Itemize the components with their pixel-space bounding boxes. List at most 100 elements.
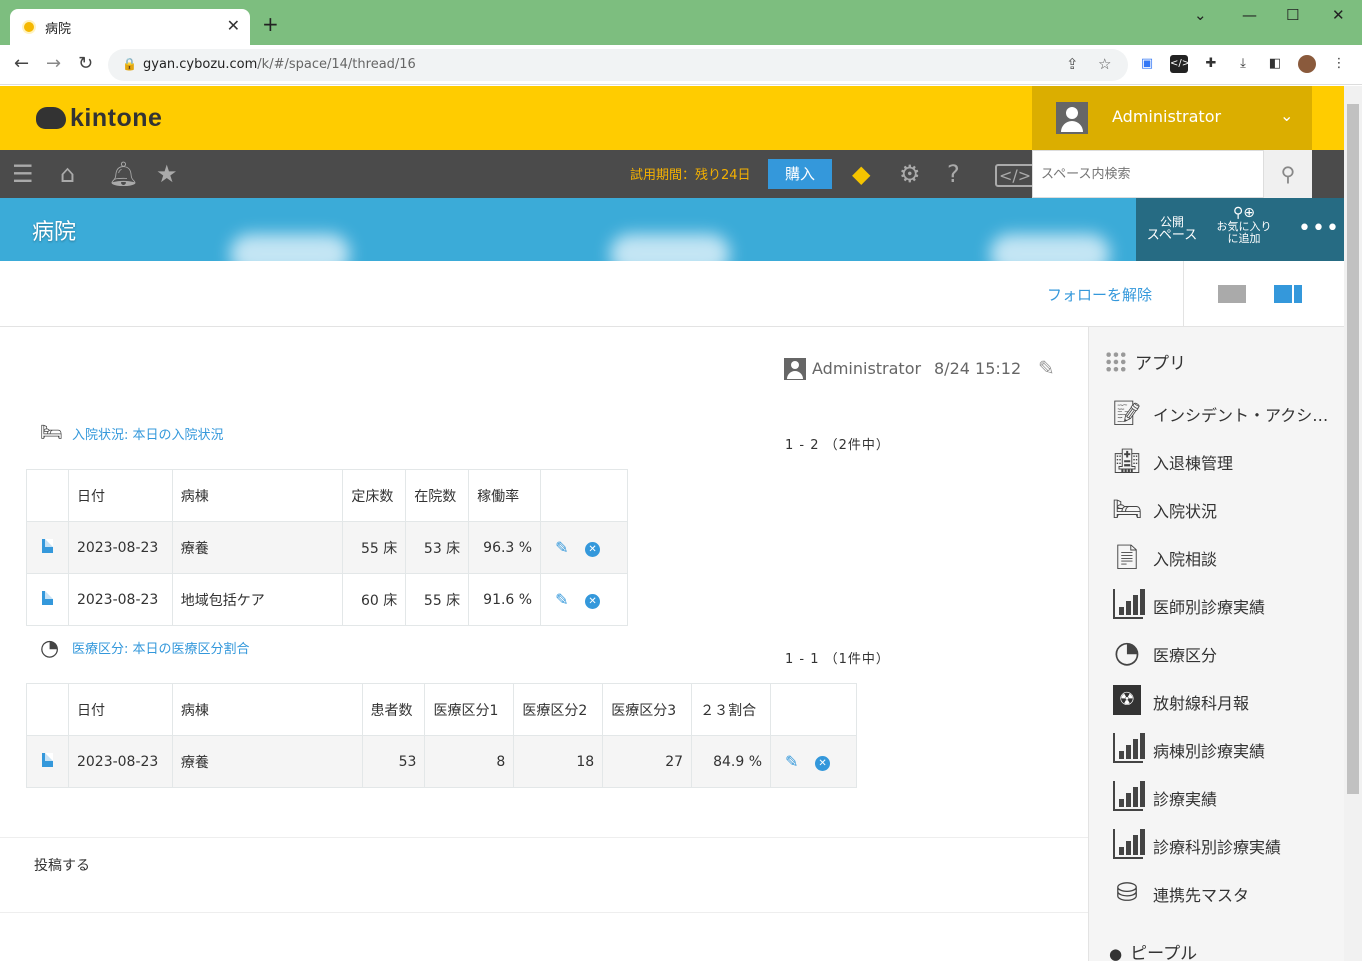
- buy-button[interactable]: 購入: [768, 159, 832, 189]
- delete-record-icon[interactable]: ✕: [585, 594, 601, 609]
- unfollow-link[interactable]: フォローを解除: [1047, 284, 1152, 305]
- maximize-window-button[interactable]: ☐: [1286, 6, 1299, 24]
- table-cell: 2023-08-23: [67, 735, 173, 788]
- add-favorite-button[interactable]: ⚲⊕ お気に入り に追加: [1208, 205, 1280, 245]
- thread-action-bar: フォローを解除: [0, 261, 1344, 327]
- logo-text: kintone: [70, 104, 163, 132]
- url-input[interactable]: 🔒 gyan.cybozu.com/k/#/space/14/thread/16…: [108, 49, 1128, 81]
- space-search-input[interactable]: [1032, 150, 1264, 198]
- sidebar-app-ward-results[interactable]: 病棟別診療実績: [1111, 729, 1341, 769]
- sidebar-app-radiology[interactable]: ☢ 放射線科月報: [1111, 681, 1341, 721]
- beginner-icon[interactable]: ◆: [852, 160, 870, 188]
- post-button-label[interactable]: 投稿する: [34, 855, 90, 875]
- forward-arrow-icon[interactable]: →: [46, 53, 61, 74]
- delete-record-icon[interactable]: ✕: [585, 542, 601, 557]
- table-cell: 91.6 %: [468, 573, 542, 626]
- post-comment-area[interactable]: 投稿する: [0, 837, 1088, 913]
- table-header-cell[interactable]: 稼働率: [468, 469, 542, 522]
- edit-post-icon[interactable]: ✎: [1038, 356, 1055, 380]
- delete-record-icon[interactable]: ✕: [815, 756, 831, 771]
- sidebar-view-icon[interactable]: [1274, 285, 1302, 303]
- favorites-star-icon[interactable]: ★: [156, 160, 178, 188]
- profile-avatar[interactable]: [1298, 55, 1316, 73]
- sidebar-app-incident[interactable]: 📝︎ インシデント・アクシデント: [1111, 393, 1341, 433]
- search-button[interactable]: ⚲: [1264, 150, 1312, 198]
- user-menu[interactable]: Administrator ⌄: [1032, 86, 1312, 150]
- sidebar-app-label: 診療科別診療実績: [1153, 838, 1282, 857]
- browser-tab[interactable]: 病院 ✕: [10, 9, 250, 45]
- space-cover-decoration: [990, 234, 1110, 261]
- menu-icon[interactable]: ☰: [12, 160, 34, 188]
- edit-record-icon[interactable]: ✎: [555, 538, 577, 557]
- table-header-cell[interactable]: 病棟: [171, 683, 363, 736]
- settings-gear-icon[interactable]: ⚙: [899, 160, 921, 188]
- sidebar-app-admission[interactable]: 🛏︎ 入院状況: [1111, 489, 1341, 529]
- sidebar-app-ward-transfer[interactable]: 🏥︎ 入退棟管理: [1111, 441, 1341, 481]
- site-favicon-icon: [22, 20, 36, 34]
- browser-menu-icon[interactable]: ⋮: [1330, 55, 1348, 73]
- person-icon: ●: [1109, 945, 1123, 961]
- translate-extension-icon[interactable]: ▣: [1138, 55, 1156, 73]
- sidebar-app-doctor-results[interactable]: 医師別診療実績: [1111, 585, 1341, 625]
- table-header-cell[interactable]: 日付: [67, 683, 173, 736]
- sidebar-app-consultation[interactable]: 📄︎ 入院相談: [1111, 537, 1341, 577]
- sidebar-app-department-results[interactable]: 診療科別診療実績: [1111, 825, 1341, 865]
- help-icon[interactable]: ?: [947, 160, 960, 188]
- record-detail-icon[interactable]: [41, 590, 53, 605]
- record-detail-icon[interactable]: [41, 538, 53, 553]
- people-heading: ● ピープル: [1109, 939, 1197, 961]
- more-options-icon[interactable]: •••: [1298, 216, 1340, 241]
- record-detail-icon[interactable]: [41, 752, 53, 767]
- space-actions: 公開 スペース ⚲⊕ お気に入り に追加 •••: [1136, 198, 1344, 261]
- close-tab-icon[interactable]: ✕: [227, 16, 240, 35]
- table-header-cell[interactable]: 定床数: [342, 469, 407, 522]
- table-header-cell[interactable]: 医療区分1: [424, 683, 515, 736]
- sidebar-app-clinical-results[interactable]: 診療実績: [1111, 777, 1341, 817]
- close-window-button[interactable]: ✕: [1332, 6, 1345, 24]
- public-space-button[interactable]: 公開 スペース: [1144, 215, 1200, 243]
- sidebar-app-medical-class[interactable]: ◔ 医療区分: [1111, 633, 1341, 673]
- space-search-field[interactable]: [1033, 151, 1263, 197]
- full-width-view-icon[interactable]: [1218, 285, 1246, 303]
- download-icon[interactable]: ⤓: [1234, 55, 1252, 73]
- table-header-cell[interactable]: ２３割合: [691, 683, 772, 736]
- table-header-cell[interactable]: 患者数: [361, 683, 426, 736]
- table-header-cell[interactable]: 在院数: [405, 469, 470, 522]
- new-tab-button[interactable]: +: [262, 12, 279, 36]
- tab-search-chevron-icon[interactable]: ⌄: [1194, 6, 1207, 24]
- side-panel-icon[interactable]: ◧: [1266, 55, 1284, 73]
- bar-chart-icon: [1113, 781, 1145, 811]
- scrollbar-thumb[interactable]: [1347, 104, 1359, 794]
- global-toolbar: ☰ ⌂ 🔔︎ ★ 試用期間：残り24日 購入 ◆ ⚙ ? </> ⚲: [0, 150, 1344, 198]
- table-header-cell[interactable]: 医療区分3: [602, 683, 693, 736]
- embed-title-admission[interactable]: 入院状況: 本日の入院状況: [72, 424, 224, 443]
- table-header-cell: [770, 683, 857, 736]
- table-header-row: 日付 病棟 定床数 在院数 稼働率: [26, 469, 628, 522]
- extensions-puzzle-icon[interactable]: ✚: [1202, 55, 1220, 73]
- notification-bell-icon[interactable]: 🔔︎: [108, 160, 138, 188]
- share-icon[interactable]: ⇪: [1066, 55, 1079, 73]
- embed-title-medical-class[interactable]: 医療区分: 本日の医療区分割合: [72, 638, 250, 657]
- minimize-window-button[interactable]: —: [1242, 6, 1257, 24]
- back-arrow-icon[interactable]: ←: [14, 53, 29, 74]
- sidebar-app-partner-master[interactable]: ⛁ 連携先マスタ: [1111, 873, 1341, 913]
- bookmark-star-icon[interactable]: ☆: [1098, 55, 1111, 73]
- kintone-logo[interactable]: kintone: [36, 104, 162, 133]
- edit-record-icon[interactable]: ✎: [785, 752, 807, 771]
- pie-chart-icon: ◔: [40, 636, 60, 661]
- sidebar-app-label: 病棟別診療実績: [1153, 742, 1266, 761]
- page-scrollbar[interactable]: [1344, 86, 1362, 961]
- edit-record-icon[interactable]: ✎: [555, 590, 577, 609]
- code-extension-icon[interactable]: </>: [1170, 55, 1190, 73]
- home-icon[interactable]: ⌂: [60, 160, 75, 188]
- table-header-cell[interactable]: 日付: [67, 469, 173, 522]
- sidebar-app-label: 放射線科月報: [1153, 694, 1250, 713]
- table-header-cell[interactable]: 病棟: [171, 469, 344, 522]
- sidebar-app-label: 入院状況: [1153, 502, 1218, 521]
- sidebar-app-label: 入退棟管理: [1153, 454, 1234, 473]
- post-author[interactable]: Administrator: [812, 359, 921, 378]
- developer-code-icon[interactable]: </>: [995, 164, 1036, 187]
- table-header-cell[interactable]: 医療区分2: [513, 683, 604, 736]
- reload-icon[interactable]: ↻: [78, 53, 93, 74]
- lock-icon: 🔒: [122, 57, 137, 71]
